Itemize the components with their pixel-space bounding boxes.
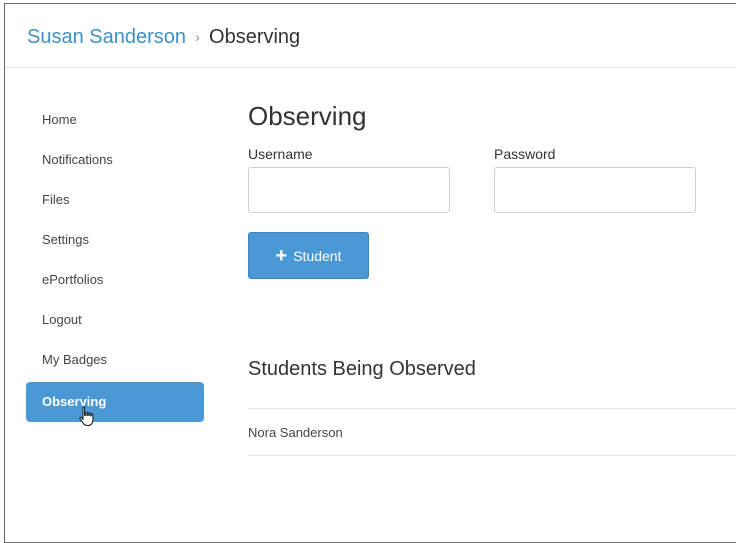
list-divider-bottom — [248, 455, 736, 456]
sidebar-item-observing[interactable]: Observing — [26, 382, 204, 422]
breadcrumb-user-link[interactable]: Susan Sanderson — [27, 26, 186, 49]
list-item[interactable]: Nora Sanderson — [248, 409, 736, 456]
password-label: Password — [494, 146, 556, 162]
password-input[interactable] — [494, 167, 696, 213]
sidebar-item-logout[interactable]: Logout — [26, 302, 204, 342]
breadcrumb-current: Observing — [209, 25, 301, 48]
add-student-button[interactable]: + Student — [248, 232, 369, 279]
sidebar-item-notifications[interactable]: Notifications — [26, 142, 204, 182]
sidebar-nav: Home Notifications Files Settings ePortf… — [26, 102, 204, 422]
page-title: Observing — [248, 101, 367, 131]
sidebar-item-files[interactable]: Files — [26, 182, 204, 222]
plus-icon: + — [275, 244, 288, 267]
add-student-button-label: Student — [293, 247, 342, 264]
sidebar-item-home[interactable]: Home — [26, 102, 204, 142]
students-section-title: Students Being Observed — [248, 358, 476, 380]
sidebar-item-my-badges[interactable]: My Badges — [26, 342, 204, 382]
breadcrumb: Susan Sanderson › Observing — [27, 24, 300, 50]
username-input[interactable] — [248, 167, 450, 213]
breadcrumb-separator: › — [195, 28, 201, 46]
username-label: Username — [248, 146, 313, 162]
hand-pointer-icon — [79, 406, 94, 427]
sidebar-item-eportfolios[interactable]: ePortfolios — [26, 262, 204, 302]
sidebar-item-settings[interactable]: Settings — [26, 222, 204, 262]
main-content: Observing Username Password + Student St… — [248, 98, 736, 456]
header-divider — [5, 67, 736, 68]
